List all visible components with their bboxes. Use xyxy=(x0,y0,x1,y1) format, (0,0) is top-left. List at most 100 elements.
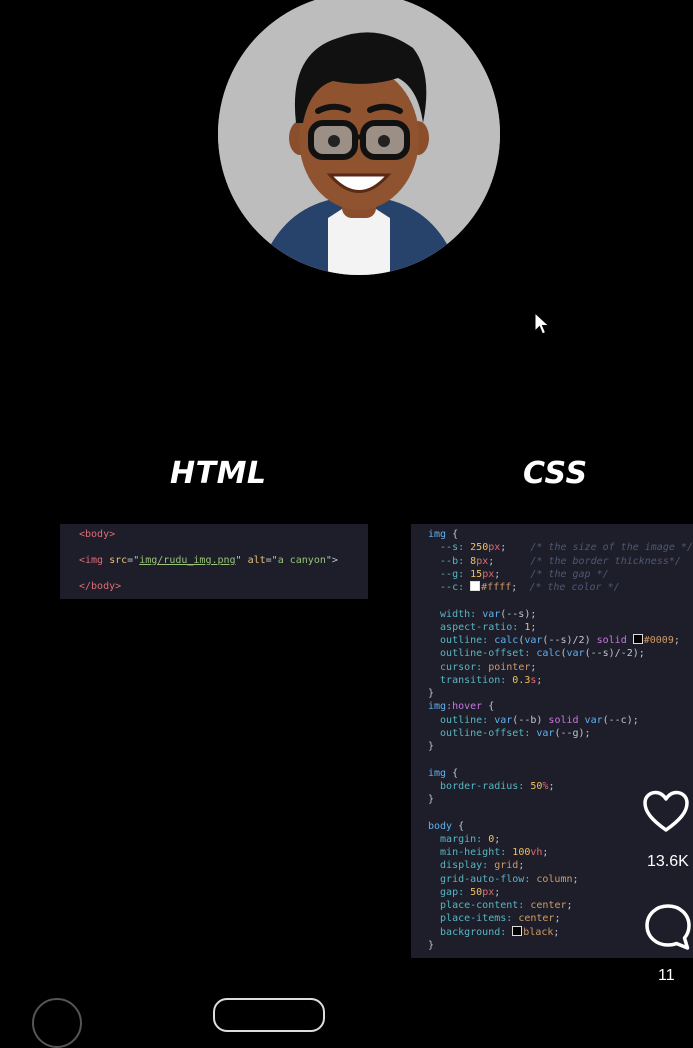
code-line: --g: 15px; /* the gap */ xyxy=(428,568,609,581)
code-line: border-radius: 50%; xyxy=(428,780,554,793)
code-token: #ffff xyxy=(481,582,512,593)
code-line: outline-offset: calc(var(--s)/-2); xyxy=(428,647,645,660)
code-token: --s: xyxy=(428,542,471,554)
code-token: ; xyxy=(518,860,525,872)
code-token: aspect-ratio: xyxy=(428,621,525,633)
code-line: } xyxy=(428,939,434,952)
code-line: gap: 50px; xyxy=(428,886,500,899)
code-token: transition: xyxy=(428,674,513,686)
code-token: --c: xyxy=(428,582,471,593)
code-token: { xyxy=(452,529,459,540)
code-line: cursor: pointer; xyxy=(428,661,536,674)
code-line: transition: 0.3s; xyxy=(428,674,542,687)
html-heading: HTML xyxy=(170,456,267,491)
color-swatch xyxy=(470,581,481,591)
code-token: a canyon xyxy=(277,555,326,566)
code-token: ; xyxy=(511,582,530,593)
code-line: --b: 8px; /* the border thickness*/ xyxy=(428,555,681,568)
code-token: /* the size of the image */ xyxy=(530,542,693,554)
code-line: outline: calc(var(--s)/2) solid #0009; xyxy=(428,634,680,647)
code-token: outline-offset: xyxy=(428,727,537,739)
code-token: center xyxy=(518,913,555,925)
code-line: img:hover { xyxy=(428,700,494,713)
color-swatch xyxy=(632,634,643,644)
code-token: (--b) xyxy=(512,714,549,726)
code-token: } xyxy=(428,794,435,805)
code-token: ; xyxy=(494,833,501,845)
code-token: --g: xyxy=(428,568,471,580)
code-token: #0009 xyxy=(643,635,674,646)
code-token: background: xyxy=(428,926,513,938)
code-token: margin: xyxy=(428,833,489,845)
code-line: } xyxy=(428,687,434,700)
code-token: 100 xyxy=(512,847,531,858)
like-count: 13.6K xyxy=(647,853,689,870)
code-token: px xyxy=(482,568,495,580)
code-line: place-items: center; xyxy=(428,912,560,925)
code-token: ; xyxy=(500,542,531,554)
code-line: min-height: 100vh; xyxy=(428,846,548,859)
code-token: gap: xyxy=(428,886,471,898)
code-token: center xyxy=(530,900,567,911)
code-line: background: black; xyxy=(428,925,560,939)
code-token: /* the border thickness*/ xyxy=(530,555,681,567)
follow-button[interactable] xyxy=(213,998,325,1032)
code-token: { xyxy=(488,701,495,713)
comment-count: 11 xyxy=(658,967,675,984)
code-token: ; xyxy=(488,555,531,567)
code-token: (--s)/-2); xyxy=(584,648,645,660)
code-line: <img src="img/rudu_img.png" alt="a canyo… xyxy=(79,555,338,566)
code-line: aspect-ratio: 1; xyxy=(428,621,536,634)
code-token: calc xyxy=(536,648,561,660)
code-token: img xyxy=(428,529,453,540)
code-token: 250 xyxy=(470,542,489,554)
code-token: ; xyxy=(554,913,561,925)
code-token: grid xyxy=(494,860,519,872)
code-token: pointer xyxy=(488,661,531,673)
code-token: display: xyxy=(428,860,495,872)
code-token: { xyxy=(458,820,465,832)
code-token: src xyxy=(109,555,128,566)
code-token: place-content: xyxy=(428,900,531,911)
code-token: } xyxy=(428,939,435,951)
code-token: } xyxy=(428,688,435,699)
code-token: 50 xyxy=(470,886,483,898)
code-token: outline-offset: xyxy=(428,648,537,660)
code-token: <img xyxy=(79,555,110,566)
code-token: 15 xyxy=(470,568,483,580)
code-token: px xyxy=(476,555,489,567)
code-token: body xyxy=(428,820,459,832)
code-token: var xyxy=(584,714,603,726)
code-token: width: xyxy=(428,608,483,620)
code-token: <body> xyxy=(79,529,116,540)
code-token: 0.3 xyxy=(512,674,531,686)
comment-bubble-icon[interactable] xyxy=(644,903,692,955)
code-token: ; xyxy=(673,635,680,646)
code-line: } xyxy=(428,740,434,753)
code-token: (--c); xyxy=(602,714,639,726)
code-line: outline: var(--b) solid var(--c); xyxy=(428,714,639,727)
code-token: img xyxy=(428,701,447,713)
code-line: img { xyxy=(428,767,458,780)
code-token: outline: xyxy=(428,635,495,646)
css-code-panel: img { --s: 250px; /* the size of the ima… xyxy=(411,524,693,958)
code-token: px xyxy=(482,886,495,898)
code-token: =" xyxy=(127,555,140,566)
code-line: place-content: center; xyxy=(428,899,572,912)
code-token: ; xyxy=(530,621,537,633)
code-line: --c: #ffff; /* the color */ xyxy=(428,581,620,594)
code-token: var xyxy=(524,635,543,646)
heart-icon[interactable] xyxy=(642,790,690,838)
code-token: ; xyxy=(542,847,549,858)
code-token: ; xyxy=(536,674,543,686)
code-token: =" xyxy=(265,555,278,566)
code-token: (--g); xyxy=(554,727,591,739)
code-line: outline-offset: var(--g); xyxy=(428,727,591,740)
html-code-panel: <body> <img src="img/rudu_img.png" alt="a… xyxy=(60,524,368,599)
code-token: solid xyxy=(596,635,633,646)
code-token: /* the gap */ xyxy=(530,568,609,580)
profile-avatar-button[interactable] xyxy=(32,998,82,1048)
code-token: ; xyxy=(548,780,555,792)
code-token: ; xyxy=(553,926,560,938)
code-token: min-height: xyxy=(428,847,513,858)
